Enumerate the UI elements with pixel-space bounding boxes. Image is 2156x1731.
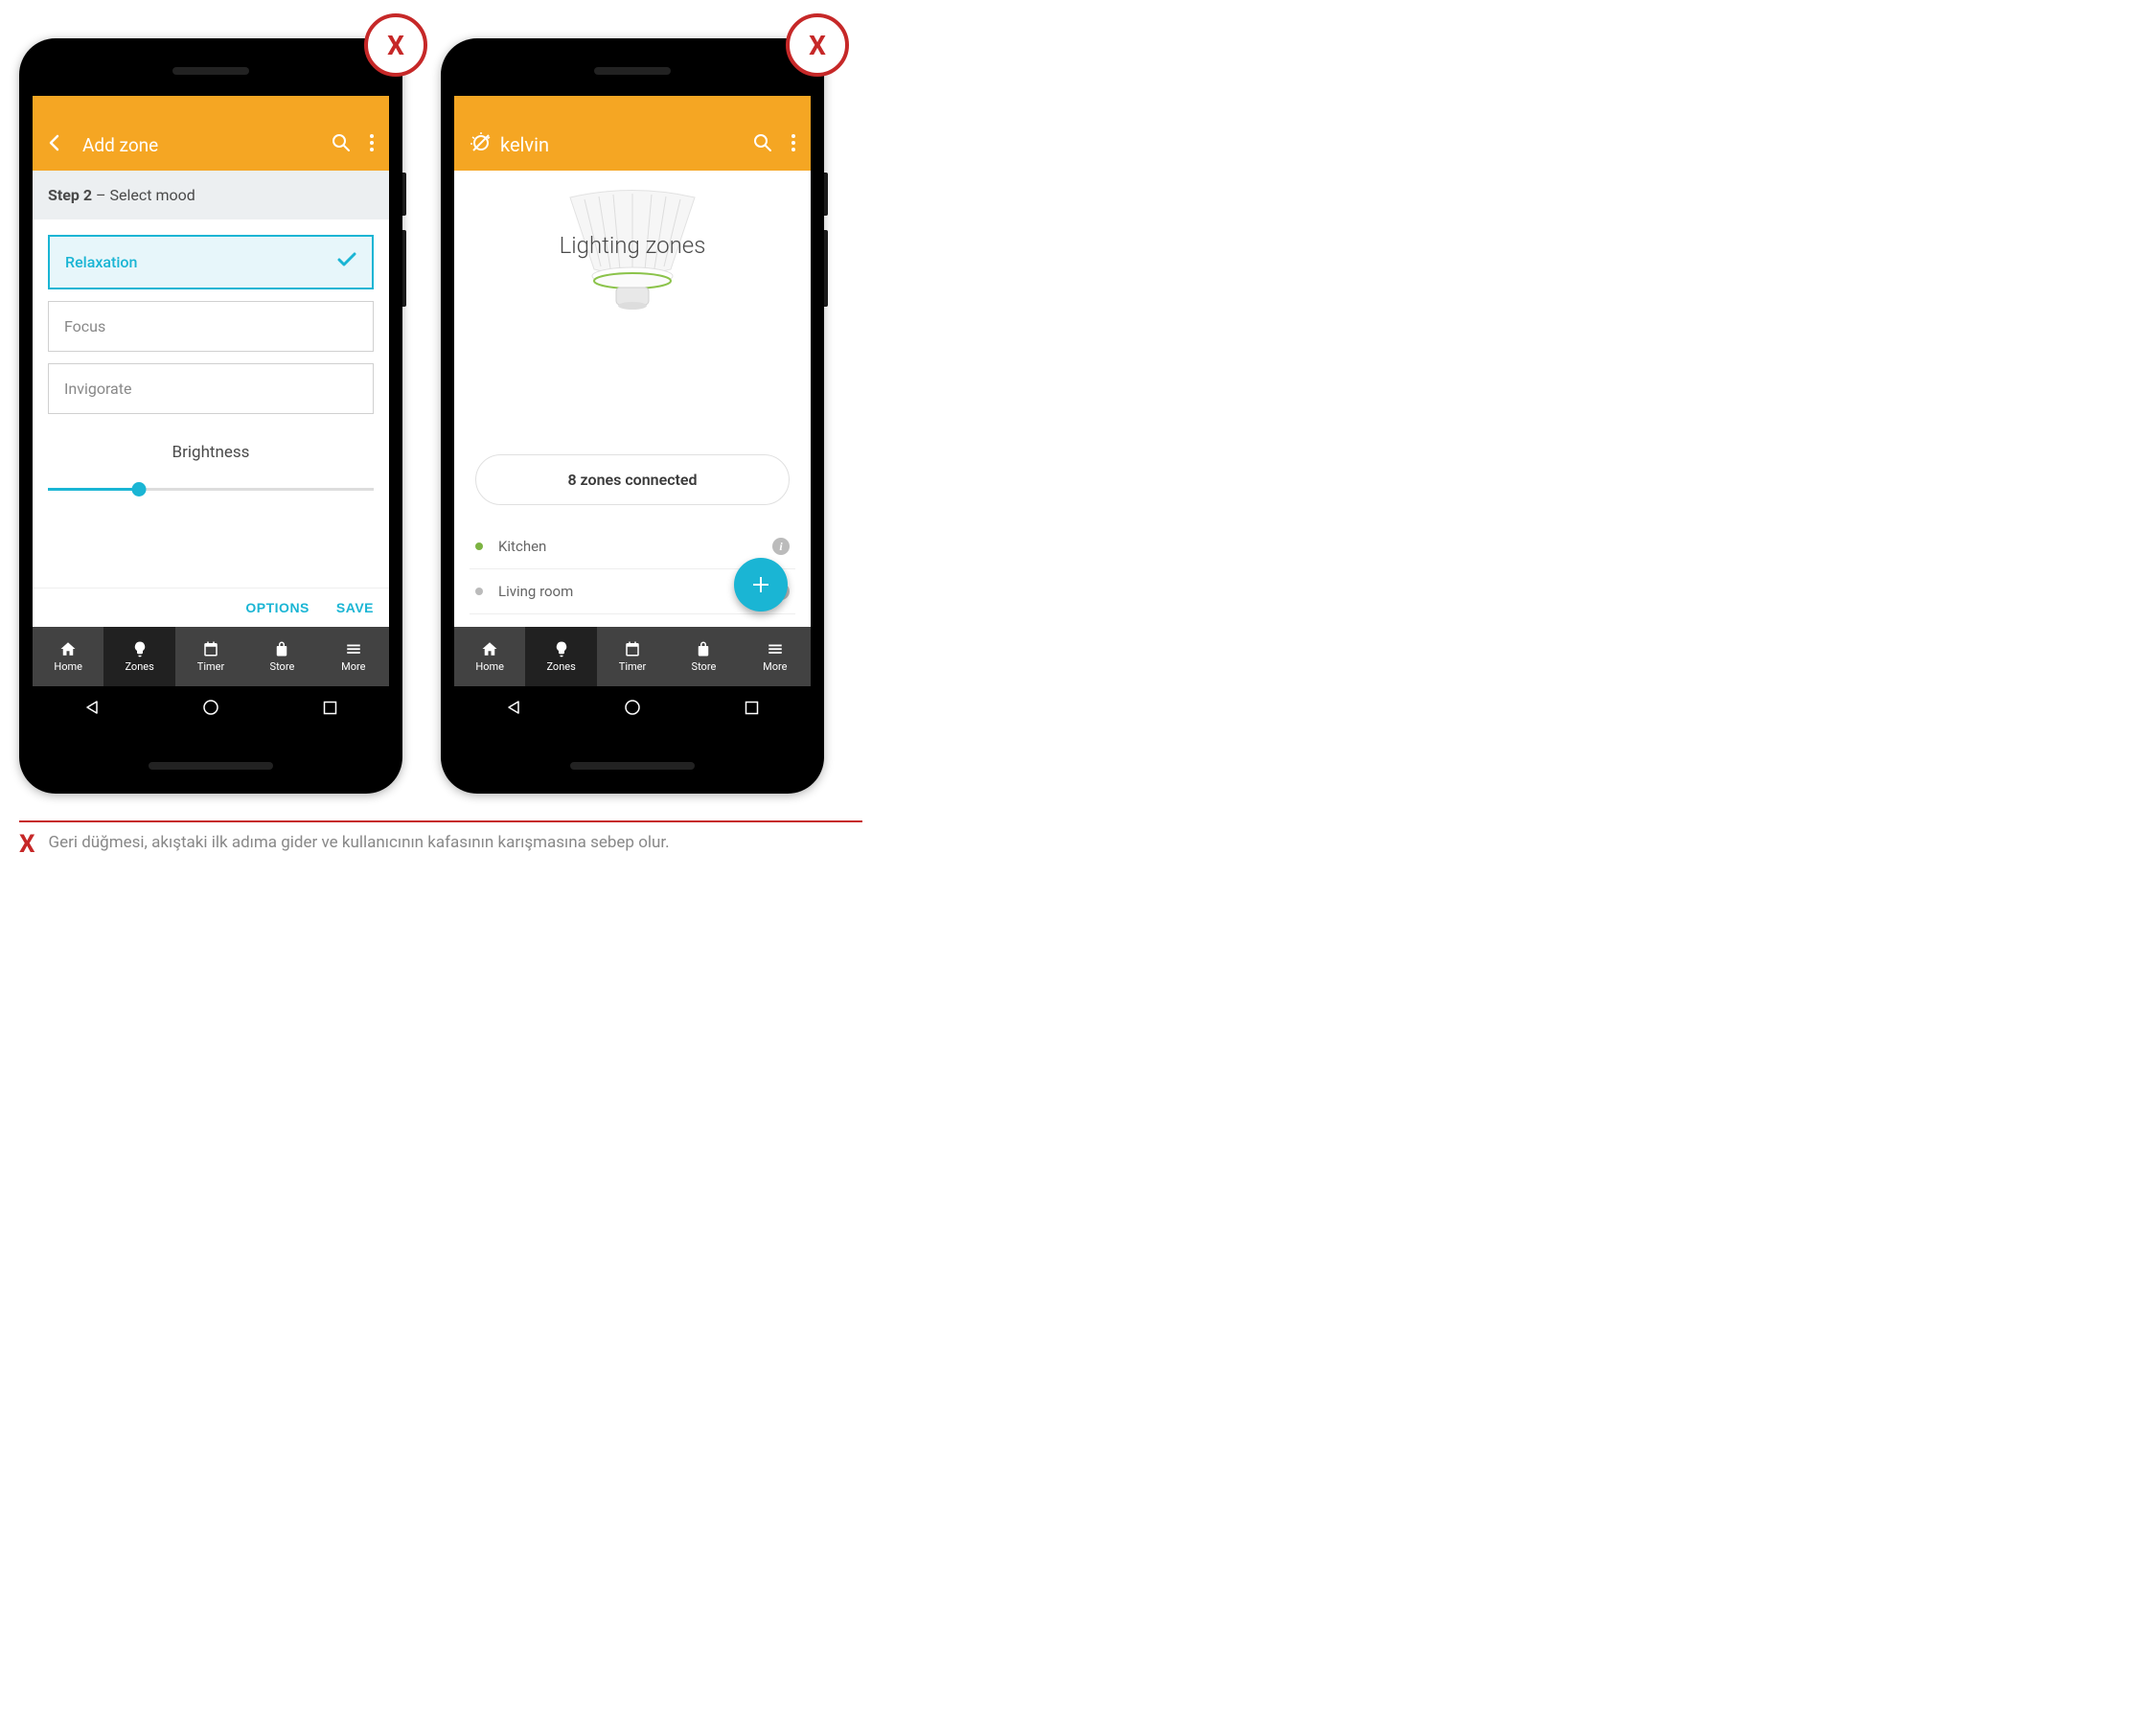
android-nav-bar — [454, 686, 811, 728]
slider-thumb[interactable] — [132, 482, 147, 496]
mood-label: Relaxation — [65, 253, 137, 271]
phone-side-button — [402, 173, 406, 216]
tab-store[interactable]: Store — [668, 627, 739, 686]
phone-earpiece — [594, 67, 671, 75]
bulb-icon — [131, 640, 149, 658]
check-icon — [337, 252, 356, 272]
zone-name: Kitchen — [498, 538, 772, 555]
caption-text: Geri düğmesi, akıştaki ilk adıma gider v… — [49, 832, 670, 855]
back-button[interactable] — [48, 133, 59, 156]
brightness-label: Brightness — [48, 443, 374, 462]
store-icon — [695, 640, 712, 658]
mood-option-invigorate[interactable]: Invigorate — [48, 363, 374, 414]
bulb-icon — [553, 640, 570, 658]
nav-back-button[interactable] — [82, 698, 102, 717]
menu-icon — [767, 640, 784, 658]
bulb-illustration — [565, 196, 700, 330]
zones-connected-pill[interactable]: 8 zones connected — [475, 454, 790, 505]
tab-more[interactable]: More — [318, 627, 389, 686]
caption-section: X Geri düğmesi, akıştaki ilk adıma gider… — [19, 820, 862, 857]
phone-speaker — [149, 762, 273, 770]
kelvin-logo-icon — [470, 131, 493, 158]
tab-timer[interactable]: Timer — [175, 627, 246, 686]
step-header: Step 2 – Select mood — [33, 171, 389, 219]
options-button[interactable]: OPTIONS — [245, 600, 310, 615]
app-bar: kelvin — [454, 119, 811, 171]
status-dot-icon — [475, 588, 483, 595]
phone-speaker — [570, 762, 695, 770]
zone-item-study[interactable]: Study i — [470, 614, 795, 627]
search-icon[interactable] — [753, 133, 772, 156]
calendar-icon — [202, 640, 219, 658]
hero-title: Lighting zones — [470, 232, 795, 259]
app-bar: Add zone — [33, 119, 389, 171]
more-icon[interactable] — [370, 134, 374, 155]
tab-zones[interactable]: Zones — [525, 627, 596, 686]
mood-label: Focus — [64, 317, 105, 335]
menu-icon — [345, 640, 362, 658]
app-bar-title: Add zone — [82, 134, 312, 156]
home-icon — [59, 640, 77, 658]
status-dot-icon — [475, 542, 483, 550]
phone-side-button — [824, 230, 828, 307]
status-bar — [33, 96, 389, 119]
tab-more[interactable]: More — [740, 627, 811, 686]
dont-badge-icon: X — [364, 13, 427, 77]
android-nav-bar — [33, 686, 389, 728]
phone-side-button — [402, 230, 406, 307]
bottom-actions: OPTIONS SAVE — [33, 588, 389, 627]
home-icon — [481, 640, 498, 658]
phone-earpiece — [172, 67, 249, 75]
nav-home-button[interactable] — [201, 698, 220, 717]
tab-timer[interactable]: Timer — [597, 627, 668, 686]
tab-home[interactable]: Home — [454, 627, 525, 686]
x-icon: X — [19, 832, 35, 857]
tab-store[interactable]: Store — [246, 627, 317, 686]
calendar-icon — [624, 640, 641, 658]
info-icon[interactable]: i — [772, 538, 790, 555]
mood-option-relaxation[interactable]: Relaxation — [48, 235, 374, 289]
nav-recent-button[interactable] — [742, 698, 761, 717]
mood-option-focus[interactable]: Focus — [48, 301, 374, 352]
tab-bar: Home Zones Timer Store — [454, 627, 811, 686]
tab-zones[interactable]: Zones — [103, 627, 174, 686]
nav-home-button[interactable] — [623, 698, 642, 717]
store-icon — [273, 640, 290, 658]
tab-bar: Home Zones Timer Store — [33, 627, 389, 686]
more-icon[interactable] — [791, 134, 795, 155]
phone-mockup-2: X — [441, 38, 824, 794]
brand-name: kelvin — [500, 133, 549, 156]
nav-back-button[interactable] — [504, 698, 523, 717]
add-zone-fab[interactable] — [734, 558, 788, 612]
status-bar — [454, 96, 811, 119]
save-button[interactable]: SAVE — [336, 600, 374, 615]
search-icon[interactable] — [332, 133, 351, 156]
phone-side-button — [824, 173, 828, 216]
brightness-slider[interactable] — [48, 479, 374, 498]
nav-recent-button[interactable] — [320, 698, 339, 717]
phone-mockup-1: X Add zone — [19, 38, 402, 794]
tab-home[interactable]: Home — [33, 627, 103, 686]
zone-name: Living room — [498, 583, 772, 600]
mood-label: Invigorate — [64, 380, 131, 398]
dont-badge-icon: X — [786, 13, 849, 77]
